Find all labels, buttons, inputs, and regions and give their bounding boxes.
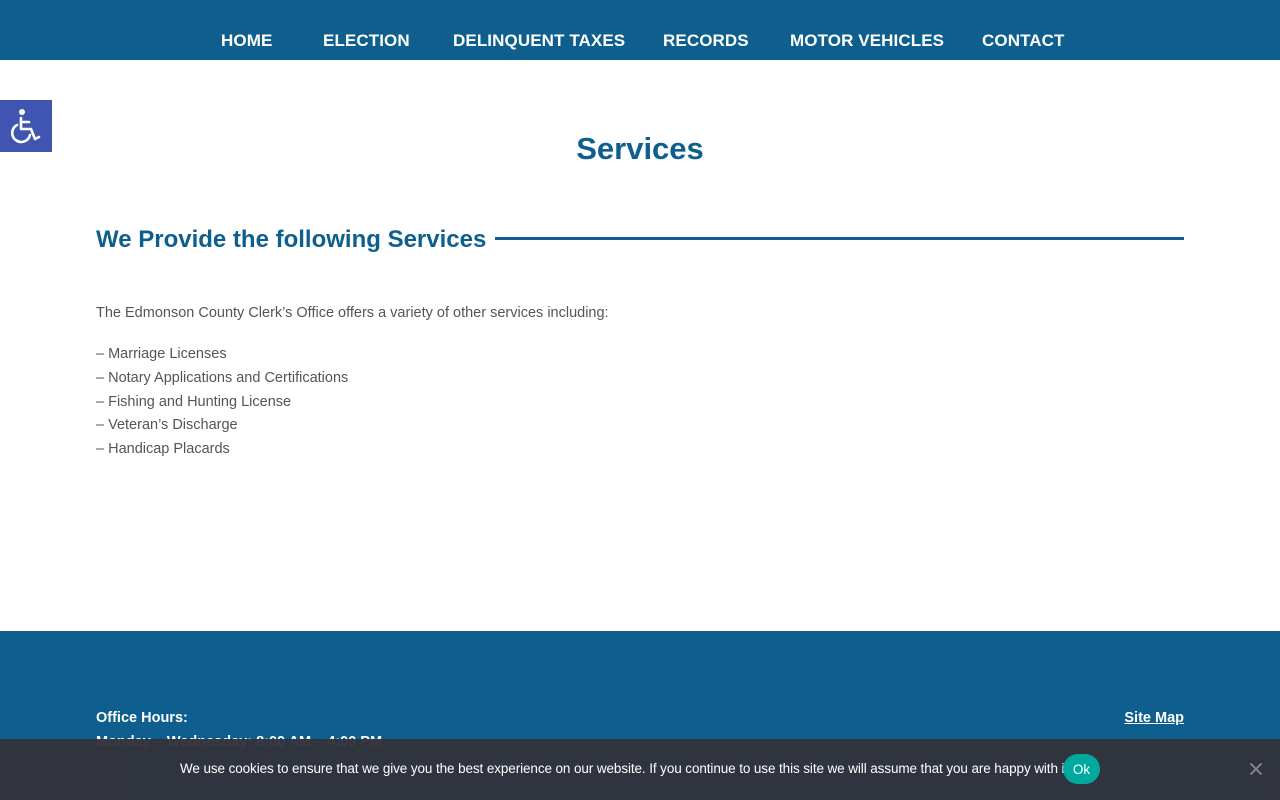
intro-text: The Edmonson County Clerk’s Office offer… xyxy=(96,305,609,321)
nav-item-contact[interactable]: CONTACT xyxy=(982,31,1065,51)
service-item-handicap-placards: – Handicap Placards xyxy=(96,441,230,458)
service-item-notary: – Notary Applications and Certifications xyxy=(96,369,349,386)
nav-item-motor-vehicles[interactable]: MOTOR VEHICLES xyxy=(790,31,944,51)
page-title: Services xyxy=(576,131,704,166)
close-icon[interactable] xyxy=(1248,761,1264,777)
main-navigation: HOME ELECTION DELINQUENT TAXES RECORDS M… xyxy=(0,0,1280,60)
office-hours-label: Office Hours: xyxy=(96,710,188,726)
nav-item-delinquent-taxes[interactable]: DELINQUENT TAXES xyxy=(453,31,625,51)
nav-item-records[interactable]: RECORDS xyxy=(663,31,749,51)
service-item-marriage-licenses: – Marriage Licenses xyxy=(96,346,227,362)
sitemap-link[interactable]: Site Map xyxy=(1124,710,1184,726)
nav-item-election[interactable]: ELECTION xyxy=(323,31,410,51)
cookie-accept-button[interactable]: Ok xyxy=(1063,754,1100,784)
service-item-veterans-discharge: – Veteran’s Discharge xyxy=(96,417,238,434)
service-item-fishing-hunting: – Fishing and Hunting License xyxy=(96,393,292,410)
services-list: – Marriage Licenses – Notary Application… xyxy=(96,343,348,462)
cookie-notice-text: We use cookies to ensure that we give yo… xyxy=(180,761,1072,776)
section-divider xyxy=(495,237,1184,240)
cookie-notice: We use cookies to ensure that we give yo… xyxy=(0,739,1280,800)
nav-item-home[interactable]: HOME xyxy=(221,31,272,51)
section-heading: We Provide the following Services xyxy=(96,226,487,253)
